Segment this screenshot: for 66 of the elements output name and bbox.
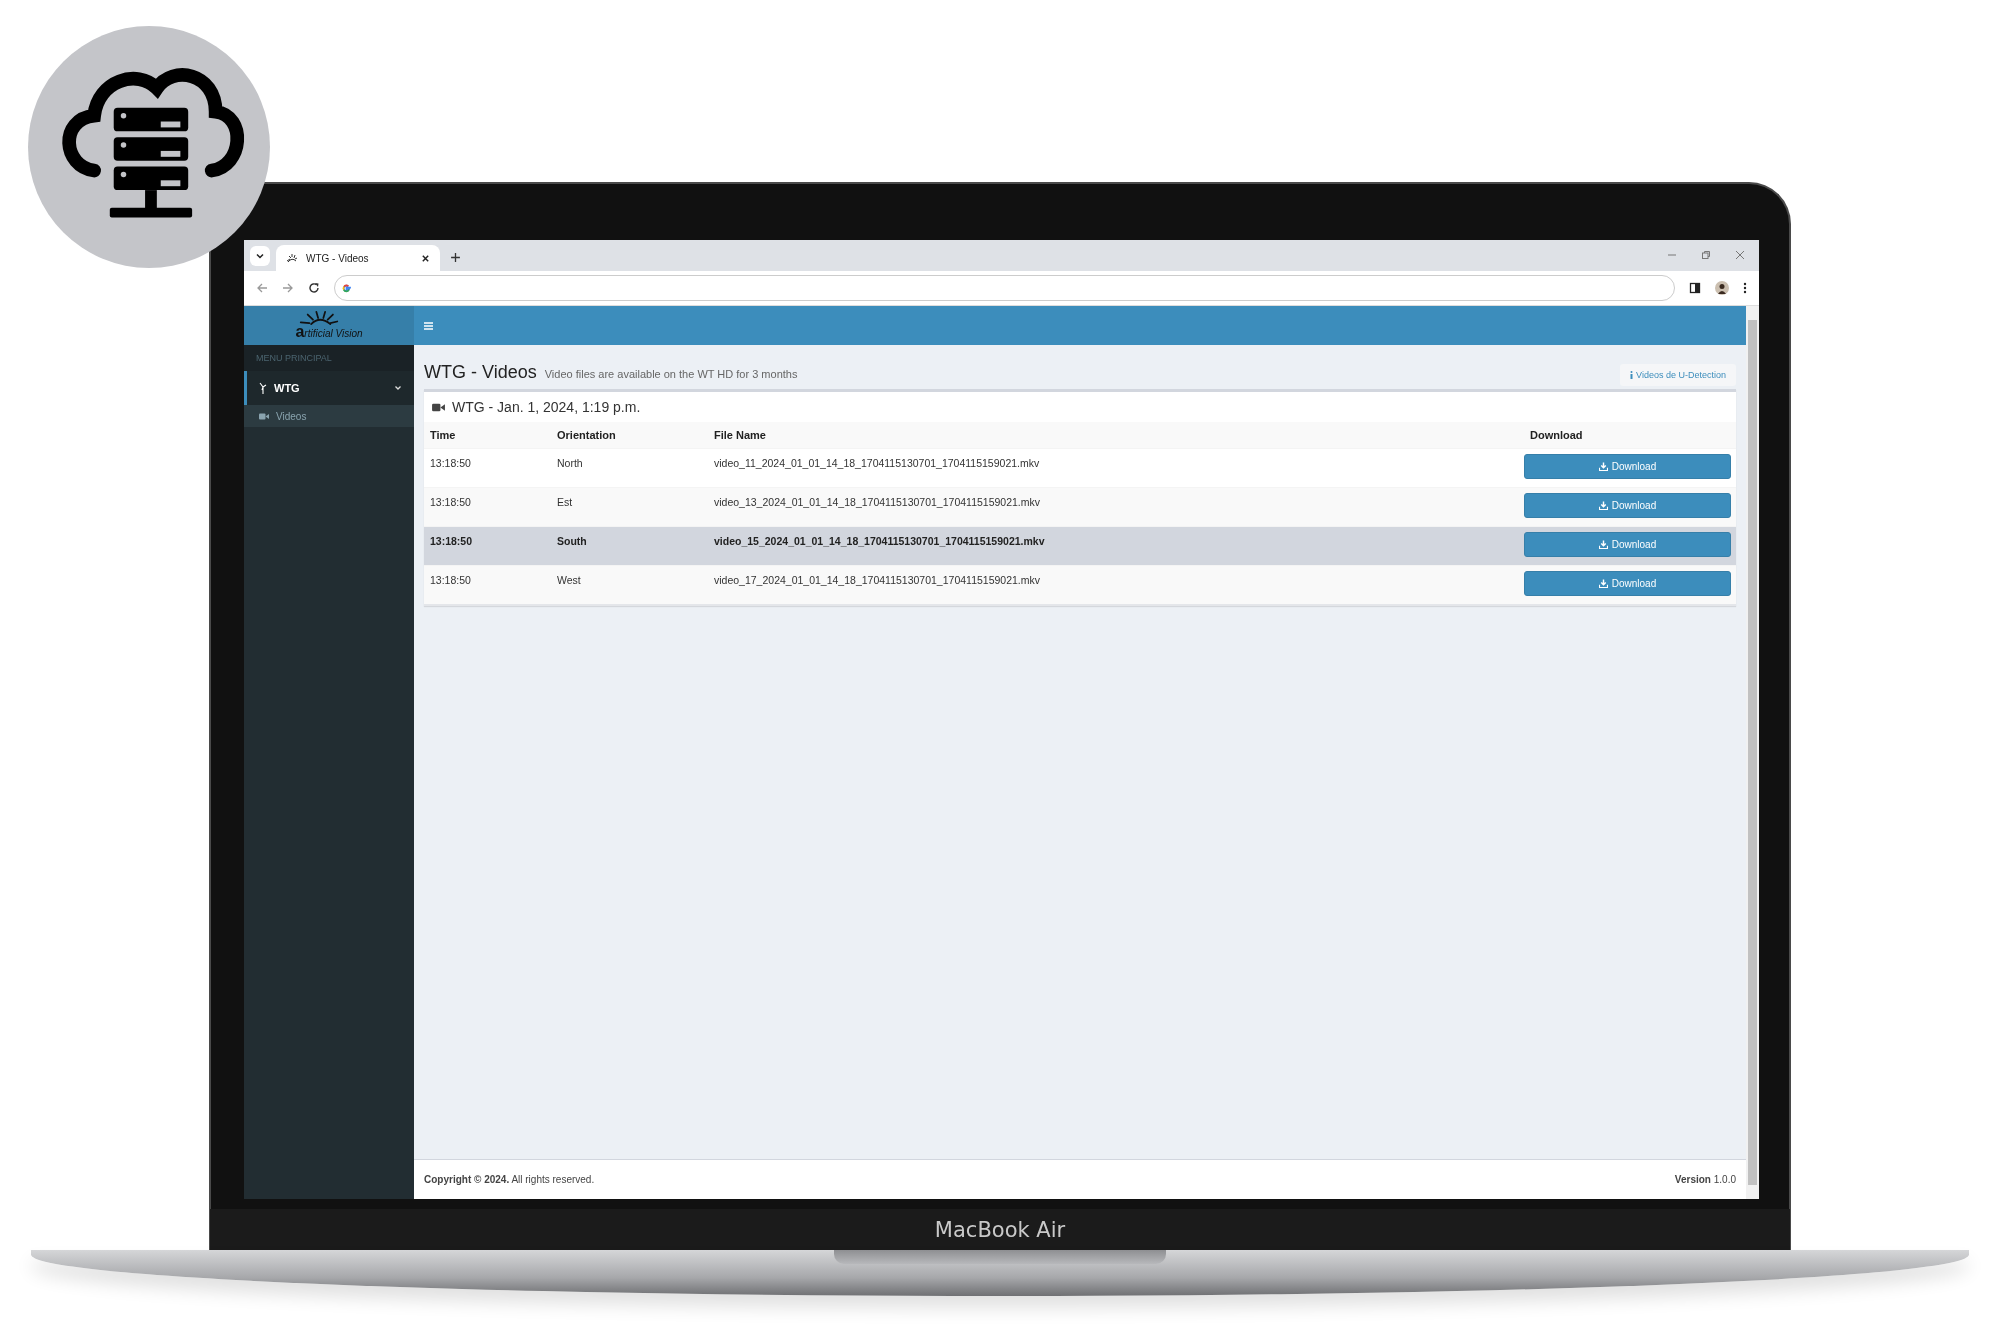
scrollbar-thumb[interactable] <box>1748 320 1757 1185</box>
forward-arrow-icon[interactable] <box>282 282 294 294</box>
table-row[interactable]: 13:18:50 West video_17_2024_01_01_14_18_1704115130701_1704115159021.mkv Download <box>424 565 1736 605</box>
side-panel-icon[interactable] <box>1689 282 1701 294</box>
close-icon[interactable] <box>421 253 430 263</box>
avatar-icon[interactable] <box>1715 281 1729 295</box>
table-cell: West <box>551 565 708 605</box>
table-cell: South <box>551 526 708 566</box>
more-menu-icon[interactable] <box>1743 282 1747 294</box>
video-camera-icon <box>432 402 445 412</box>
google-logo-icon <box>341 282 352 294</box>
reload-icon[interactable] <box>308 282 320 294</box>
table-cell: video_15_2024_01_01_14_18_1704115130701_1704115159021.mkv <box>708 526 1524 566</box>
column-header: File Name <box>708 422 1524 449</box>
tab-title: WTG - Videos <box>306 252 370 264</box>
device-label: MacBook Air <box>934 1217 1066 1242</box>
page-subtitle: Video files are available on the WT HD for 3 months <box>544 367 798 382</box>
table-cell: video_11_2024_01_01_14_18_1704115130701_1704115159021.mkv <box>708 448 1524 488</box>
column-header: Time <box>424 422 551 449</box>
menu-item[interactable]: WTG <box>244 371 414 405</box>
info-link[interactable]: Videos de U-Detection <box>1620 364 1736 386</box>
table-cell: North <box>551 448 708 488</box>
column-header: Orientation <box>551 422 708 449</box>
download-icon <box>1598 501 1608 510</box>
menu-label: WTG <box>274 382 301 394</box>
video-camera-icon <box>259 412 269 420</box>
table-cell: video_13_2024_01_01_14_18_1704115130701_1704115159021.mkv <box>708 487 1524 527</box>
download-icon <box>1598 579 1608 588</box>
table-row[interactable]: 13:18:50 North video_11_2024_01_01_14_18_1704115130701_1704115159021.mkv Download <box>424 448 1736 488</box>
column-header: Download <box>1524 422 1736 449</box>
download-icon <box>1598 540 1608 549</box>
menu-icon[interactable] <box>424 321 433 330</box>
table-cell: 13:18:50 <box>424 565 551 605</box>
download-button[interactable]: Download <box>1524 571 1731 596</box>
logo-text: artificial Vision <box>295 325 363 340</box>
submenu-label: Videos <box>276 410 307 422</box>
card-title: WTG - Jan. 1, 2024, 1:19 p.m. <box>452 399 641 415</box>
download-button[interactable]: Download <box>1524 454 1731 479</box>
info-link-text[interactable]: Videos de U-Detection <box>1636 370 1726 380</box>
menu-heading: MENU PRINCIPAL <box>244 345 414 371</box>
table-cell: 13:18:50 <box>424 487 551 527</box>
plus-icon[interactable] <box>450 252 461 263</box>
info-icon <box>1630 371 1634 379</box>
download-button[interactable]: Download <box>1524 493 1731 518</box>
table-cell: Est <box>551 487 708 527</box>
chevron-down-icon <box>255 251 265 261</box>
sun-logo-icon <box>286 253 298 263</box>
version-text: Version 1.0.0 <box>1674 1174 1736 1185</box>
table-cell: video_17_2024_01_01_14_18_1704115130701_1704115159021.mkv <box>708 565 1524 605</box>
wind-turbine-icon <box>259 382 267 394</box>
download-icon <box>1598 462 1608 471</box>
scrollbar[interactable] <box>1746 306 1759 1199</box>
copyright-text: Copyright © 2024. All rights reserved. <box>424 1174 595 1185</box>
chevron-down-icon <box>394 384 402 392</box>
sun-rays-icon <box>299 311 340 325</box>
table-row[interactable]: 13:18:50 Est video_13_2024_01_01_14_18_1704115130701_1704115159021.mkv Download <box>424 487 1736 527</box>
download-button[interactable]: Download <box>1524 532 1731 557</box>
table-cell: 13:18:50 <box>424 448 551 488</box>
table-cell: 13:18:50 <box>424 526 551 566</box>
submenu-item[interactable]: Videos <box>244 405 414 427</box>
browser-tab[interactable]: WTG - Videos <box>276 245 440 271</box>
back-arrow-icon[interactable] <box>256 282 268 294</box>
table-row[interactable]: 13:18:50 South video_15_2024_01_01_14_18_1704115130701_1704115159021.mkv Download <box>424 526 1736 566</box>
restore-icon[interactable] <box>1701 250 1711 260</box>
tab-search-button[interactable] <box>250 246 270 266</box>
page-title: WTG - Videos <box>424 362 537 382</box>
